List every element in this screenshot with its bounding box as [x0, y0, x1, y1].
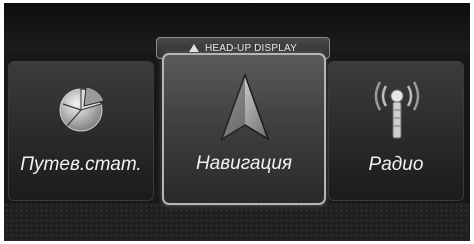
menu-item-navigation[interactable]: Навигация — [162, 53, 326, 205]
display-screen: HEAD-UP DISPLAY Путев.стат. Навигация Ра… — [4, 3, 470, 241]
up-triangle-icon — [188, 44, 199, 52]
menu-item-trip-stats[interactable]: Путев.стат. — [8, 61, 154, 201]
bottom-band — [4, 203, 470, 241]
menu-item-label: Навигация — [195, 153, 293, 174]
pie-chart-icon — [55, 82, 107, 134]
head-up-display-label: HEAD-UP DISPLAY — [204, 42, 298, 54]
menu-item-label: Радио — [368, 154, 424, 175]
menu-item-radio[interactable]: Радио — [328, 61, 464, 201]
radio-antenna-icon — [372, 76, 422, 142]
navigation-arrow-icon — [216, 73, 274, 143]
menu-item-label: Путев.стат. — [20, 154, 142, 175]
